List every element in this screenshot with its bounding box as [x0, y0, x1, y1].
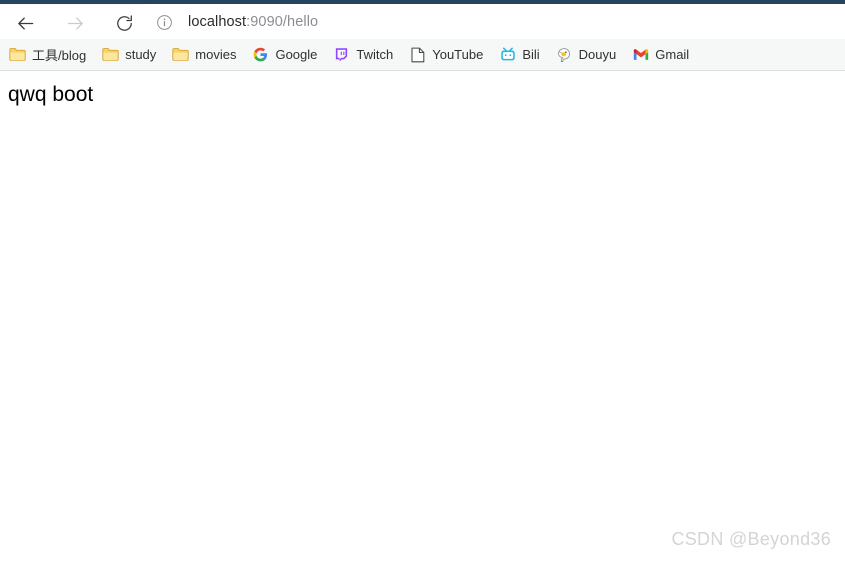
bookmark-label: 工具/blog: [32, 48, 87, 63]
page-icon: [409, 46, 426, 63]
google-g-icon: [252, 46, 269, 63]
gmail-m-icon: [632, 46, 649, 63]
browser-toolbar: localhost:9090/hello: [0, 5, 845, 39]
bookmark-google[interactable]: Google: [252, 43, 323, 67]
bookmark-label: movies: [195, 47, 237, 62]
page-content: qwq boot CSDN @Beyond36: [0, 72, 845, 566]
arrow-left-icon: [17, 16, 33, 30]
bookmark-movies[interactable]: movies: [172, 43, 242, 67]
bookmark-label: Google: [275, 47, 318, 62]
bookmark-label: study: [125, 47, 157, 62]
twitch-icon: [333, 46, 350, 63]
browser-window: localhost:9090/hello 工具/blog study movie…: [0, 0, 845, 566]
url-host: localhost: [188, 14, 247, 30]
bookmark-label: Douyu: [578, 47, 617, 62]
address-bar[interactable]: localhost:9090/hello: [145, 5, 845, 39]
url-path: :9090/hello: [246, 14, 319, 30]
douyu-icon: [556, 46, 573, 63]
forward-button[interactable]: [61, 9, 89, 37]
info-circle-icon[interactable]: [156, 14, 173, 31]
bookmark-gongju-blog[interactable]: 工具/blog: [9, 43, 92, 67]
bookmark-youtube[interactable]: YouTube: [409, 43, 489, 67]
bookmarks-bar: 工具/blog study movies Google Twitch YouTu…: [0, 39, 845, 71]
bookmark-label: YouTube: [432, 47, 484, 62]
back-button[interactable]: [11, 9, 39, 37]
bookmark-bili[interactable]: Bili: [499, 43, 545, 67]
bookmark-douyu[interactable]: Douyu: [556, 43, 623, 67]
arrow-right-icon: [67, 16, 83, 30]
bookmark-gmail[interactable]: Gmail: [632, 43, 695, 67]
bookmark-twitch[interactable]: Twitch: [333, 43, 399, 67]
reload-icon: [116, 14, 132, 31]
reload-button[interactable]: [110, 9, 138, 37]
bookmark-label: Gmail: [655, 47, 690, 62]
folder-icon: [102, 46, 119, 63]
page-heading: qwq boot: [8, 83, 94, 106]
address-bar-url: localhost:9090/hello: [188, 14, 318, 30]
folder-icon: [172, 46, 189, 63]
bilibili-tv-icon: [499, 46, 516, 63]
csdn-watermark: CSDN @Beyond36: [671, 529, 831, 549]
bookmark-label: Bili: [522, 47, 540, 62]
bookmark-study[interactable]: study: [102, 43, 162, 67]
folder-icon: [9, 46, 26, 63]
bookmark-label: Twitch: [356, 47, 394, 62]
